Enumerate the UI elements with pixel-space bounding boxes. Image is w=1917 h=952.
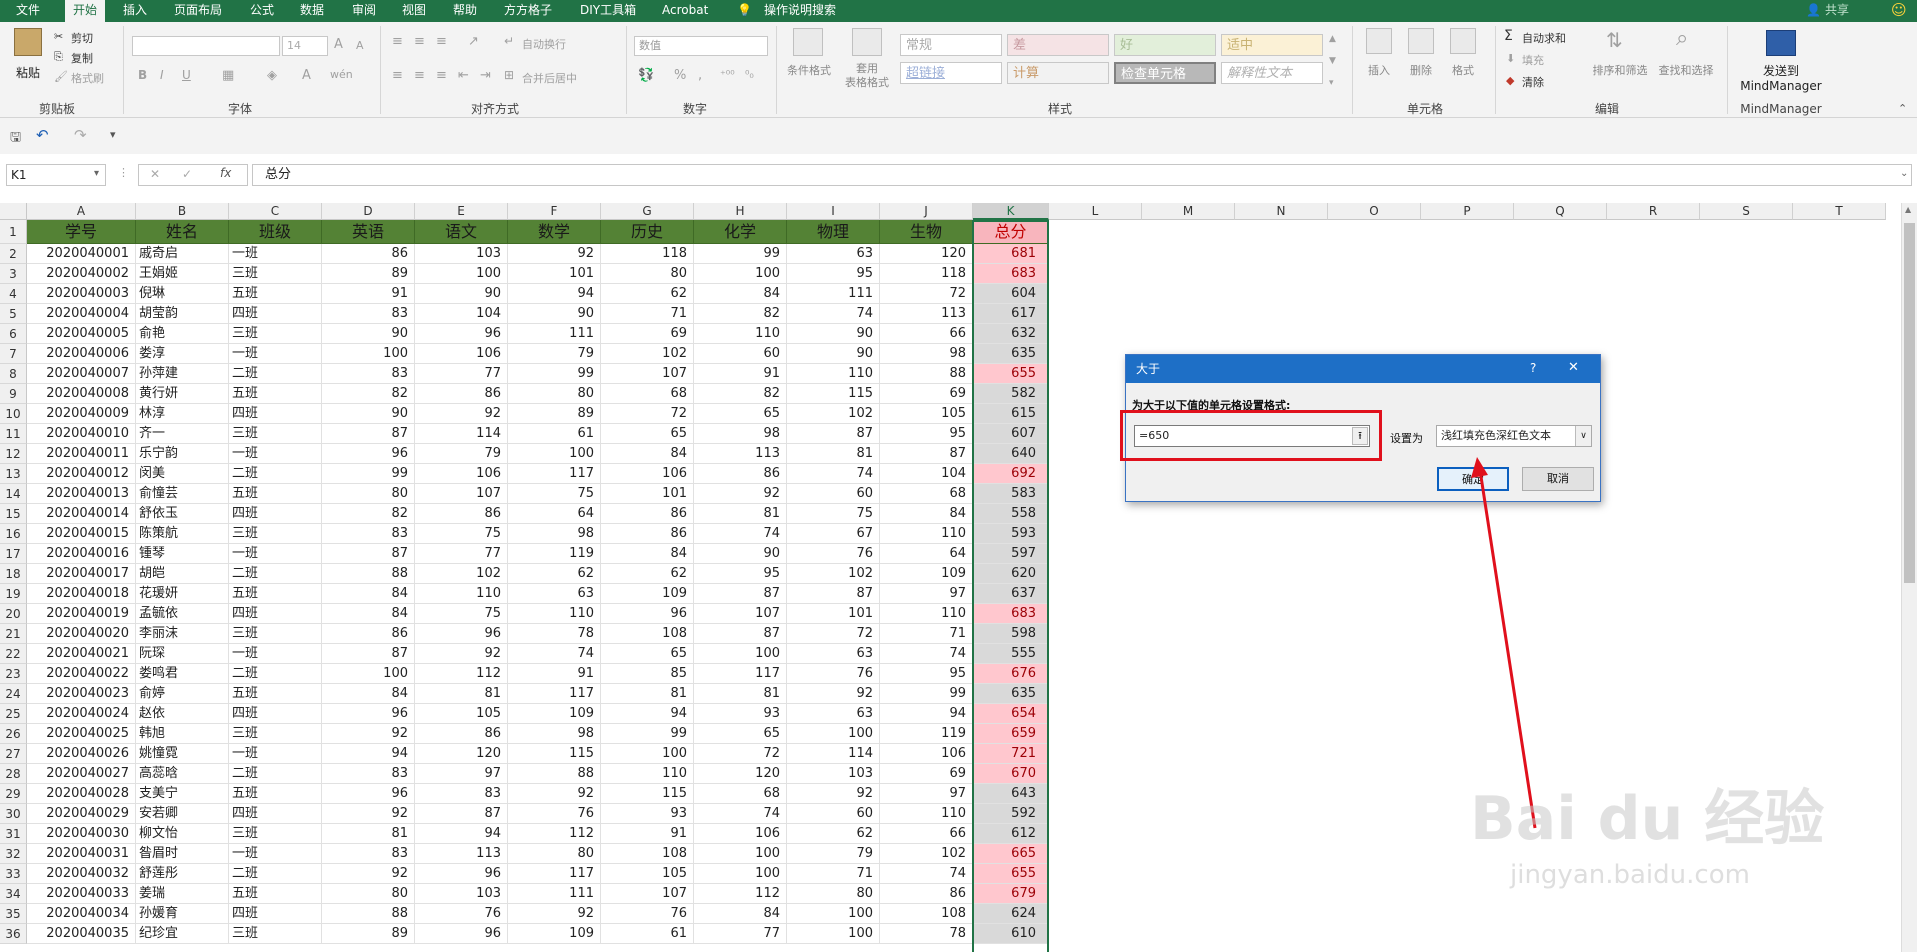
watermark-url: jingyan.baidu.com bbox=[1510, 860, 1750, 890]
baidu-watermark: Bai du 经验 bbox=[1470, 784, 1825, 854]
excel-window: 文件 开始 插入 页面布局 公式 数据 审阅 视图 帮助 方方格子 DIY工具箱… bbox=[0, 0, 1917, 952]
